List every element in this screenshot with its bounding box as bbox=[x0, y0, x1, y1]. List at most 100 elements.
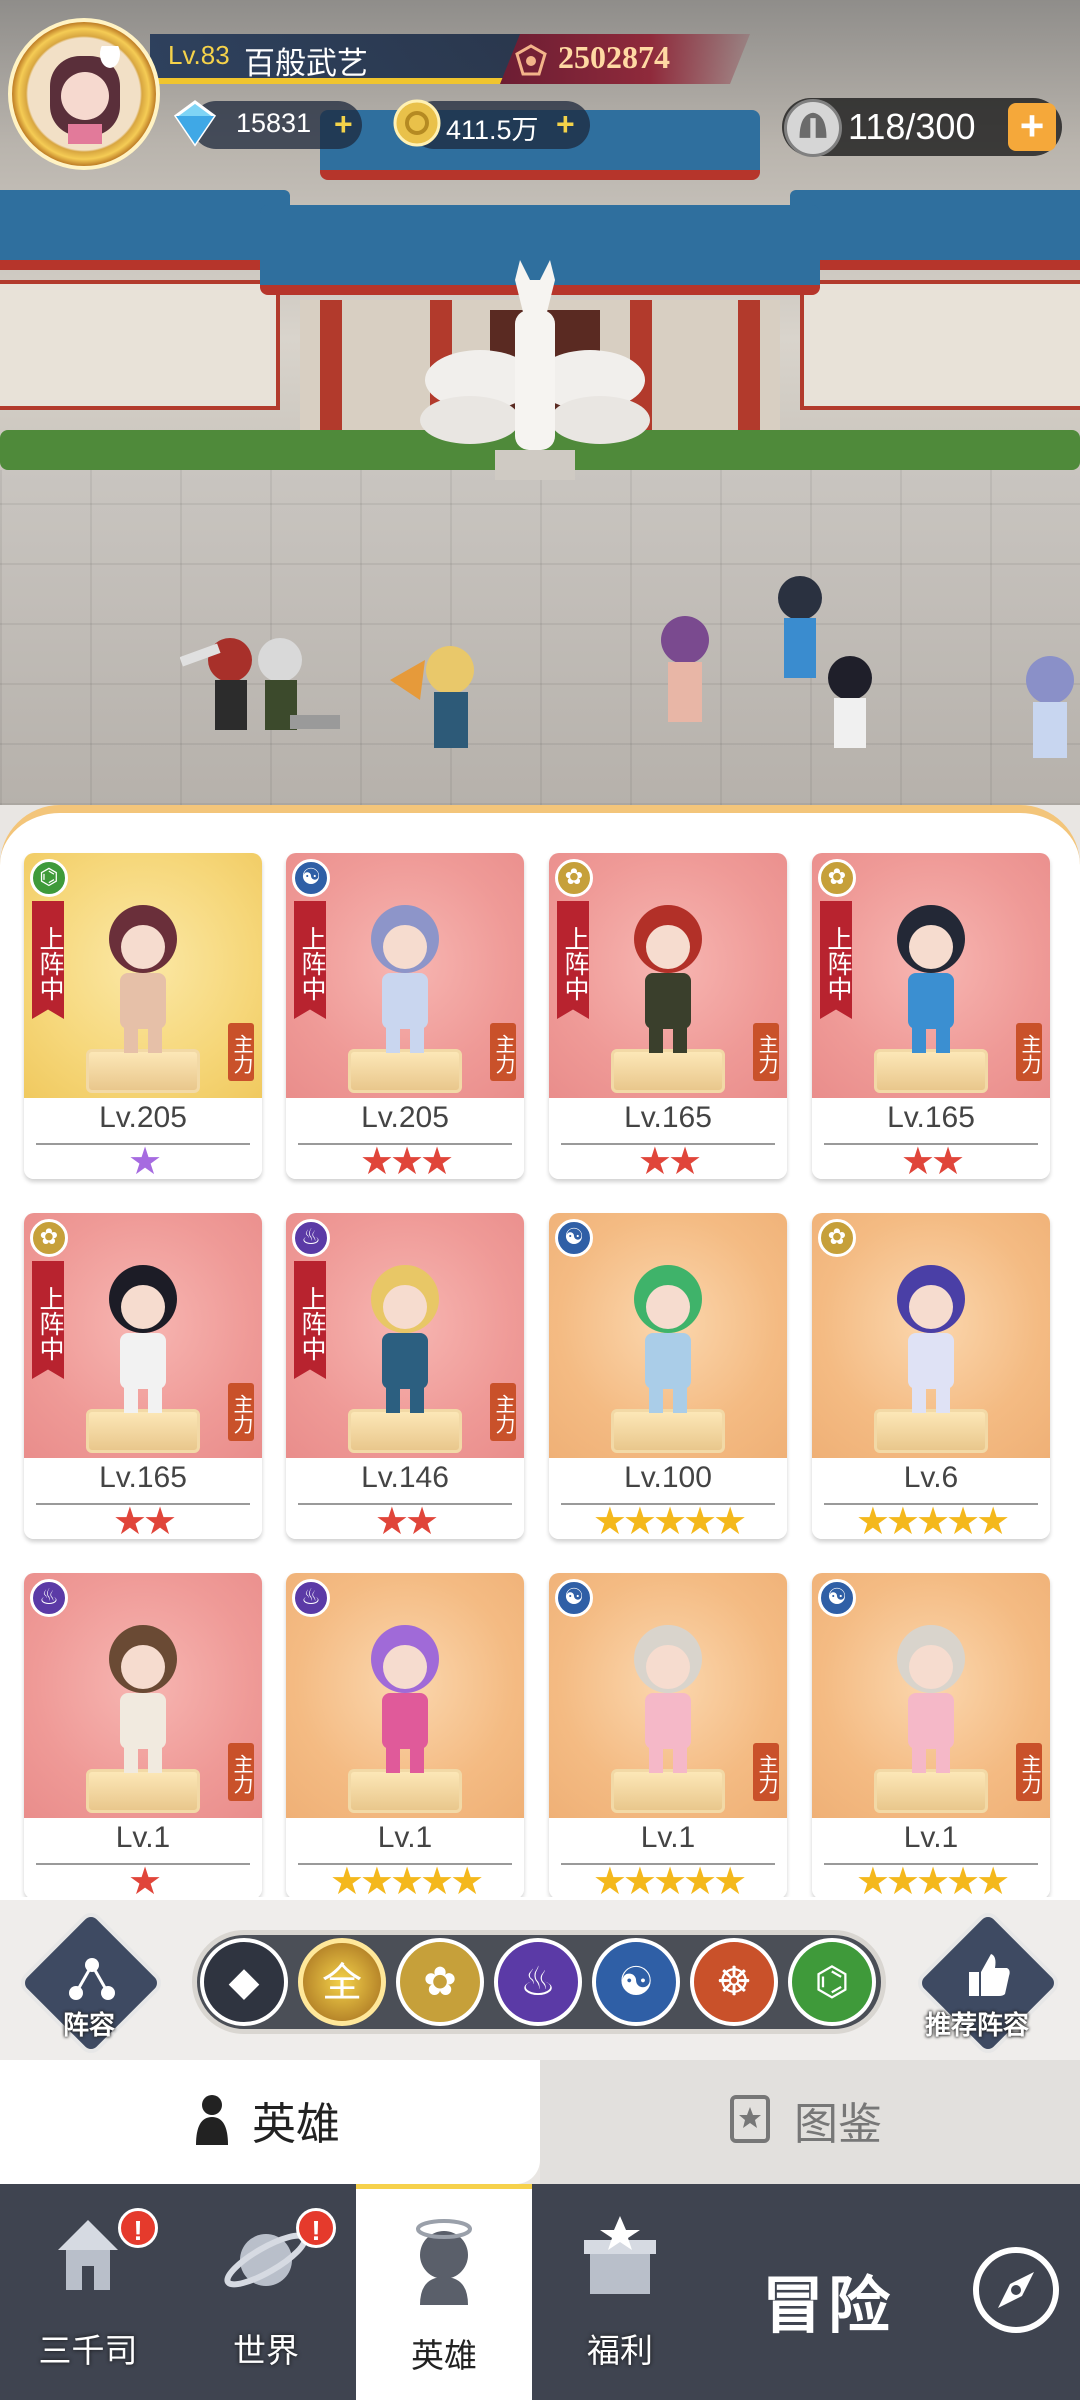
role-tag: 主力 bbox=[1016, 1743, 1042, 1801]
hero-sprite-purple-hat bbox=[661, 616, 709, 722]
hero-sprite-blonde bbox=[390, 646, 474, 748]
deployed-ribbon: 上阵中 bbox=[294, 1261, 326, 1379]
diamond-icon bbox=[173, 100, 217, 147]
hero-portrait bbox=[634, 1625, 702, 1773]
player-name: 百般武艺 bbox=[244, 46, 368, 82]
deployed-ribbon: 上阵中 bbox=[820, 901, 852, 1019]
hero-level: Lv.165 bbox=[887, 1101, 975, 1134]
add-stamina-button[interactable]: + bbox=[1008, 103, 1056, 151]
fox-statue bbox=[420, 260, 650, 480]
hero-portrait bbox=[634, 1265, 702, 1413]
power-crest-icon bbox=[515, 44, 547, 76]
tab-heroes-label: 英雄 bbox=[252, 2099, 340, 2150]
dna-faction-icon: ⌬ bbox=[30, 859, 68, 897]
hero-portrait bbox=[897, 1265, 965, 1413]
hero-silhouette-icon bbox=[196, 2095, 228, 2145]
role-tag: 主力 bbox=[490, 1383, 516, 1441]
hero-portrait bbox=[109, 1625, 177, 1773]
hero-card[interactable]: ♨ 上阵中 主力 Lv.146 ★★ bbox=[286, 1213, 524, 1539]
codex-book-icon bbox=[730, 2095, 770, 2143]
hero-stars: ★★★★★ bbox=[855, 1499, 1010, 1539]
role-tag: 主力 bbox=[228, 1383, 254, 1441]
role-tag: 主力 bbox=[753, 1023, 779, 1081]
deployed-ribbon: 上阵中 bbox=[294, 901, 326, 1019]
hero-stars: ★★★★★ bbox=[329, 1859, 484, 1897]
hero-card[interactable]: ☯ 上阵中主力 Lv.205 ★★★ bbox=[286, 853, 524, 1179]
hero-stars: ★★ bbox=[112, 1499, 177, 1539]
lotus-faction-icon: ✿ bbox=[818, 1219, 856, 1257]
hero-card[interactable]: ☯ 主力 Lv.1 ★★★★★ bbox=[549, 1573, 787, 1897]
add-gold-button[interactable]: + bbox=[556, 106, 575, 143]
nav-label: 世界 bbox=[233, 2331, 299, 2370]
diamond-count: 15831 bbox=[236, 108, 312, 138]
role-tag: 主力 bbox=[490, 1023, 516, 1081]
lotus-faction-icon: ✿ bbox=[555, 859, 593, 897]
yin-yang-faction-icon: ☯ bbox=[555, 1579, 593, 1617]
thumbs-up-icon bbox=[969, 1954, 1010, 1996]
hero-portrait bbox=[109, 1265, 177, 1413]
hero-card[interactable]: ☯ 主力 Lv.1 ★★★★★ bbox=[812, 1573, 1050, 1897]
hero-level: Lv.100 bbox=[624, 1461, 712, 1494]
hero-sprite-swordsmen bbox=[180, 638, 340, 730]
hero-level: Lv.205 bbox=[361, 1101, 449, 1134]
meditation-filter-icon[interactable]: ☸ bbox=[690, 1938, 778, 2026]
hero-portrait bbox=[634, 905, 702, 1053]
hero-card[interactable]: ✿ 上阵中主力 Lv.165 ★★ bbox=[812, 853, 1050, 1179]
hero-portrait bbox=[371, 905, 439, 1053]
nav-world[interactable]: 世界 ! bbox=[176, 2184, 356, 2400]
hero-card[interactable]: ♨ Lv.1 ★★★★★ bbox=[286, 1573, 524, 1897]
hero-level: Lv.165 bbox=[99, 1461, 187, 1494]
nav-label: 福利 bbox=[587, 2331, 653, 2370]
nav-label: 三千司 bbox=[38, 2331, 138, 2370]
hero-card[interactable]: ✿ 上阵中主力 Lv.165 ★★ bbox=[549, 853, 787, 1179]
gold-coin-icon bbox=[393, 99, 441, 147]
recommend-lineup-label: 推荐阵容 bbox=[925, 2011, 1030, 2041]
hero-stars: ★★ bbox=[637, 1139, 702, 1179]
hero-stars: ★ bbox=[127, 1139, 162, 1179]
lotus-faction-icon: ✿ bbox=[818, 859, 856, 897]
nav-heroes[interactable]: 英雄 bbox=[356, 2184, 532, 2400]
hero-portrait bbox=[371, 1265, 439, 1413]
compass-icon bbox=[973, 2247, 1059, 2333]
hero-card[interactable]: ☯ Lv.100 ★★★★★ bbox=[549, 1213, 787, 1539]
hero-card[interactable]: ✿ Lv.6 ★★★★★ bbox=[812, 1213, 1050, 1539]
gold-count: 411.5万 bbox=[446, 115, 539, 145]
role-tag: 主力 bbox=[753, 1743, 779, 1801]
yin-yang-faction-icon: ☯ bbox=[818, 1579, 856, 1617]
role-tag: 主力 bbox=[228, 1743, 254, 1801]
hero-level: Lv.1 bbox=[115, 1821, 171, 1854]
hero-portrait bbox=[109, 905, 177, 1053]
hero-level: Lv.146 bbox=[361, 1461, 449, 1494]
hero-level: Lv.1 bbox=[903, 1821, 959, 1854]
hero-level: Lv.1 bbox=[640, 1821, 696, 1854]
yin-yang-filter-icon[interactable]: ☯ bbox=[592, 1938, 680, 2026]
courtyard-ground bbox=[0, 470, 1080, 805]
hero-sprite-dark-hair bbox=[828, 656, 872, 748]
hero-level: Lv.6 bbox=[903, 1461, 959, 1494]
hero-level: Lv.1 bbox=[377, 1821, 433, 1854]
flame-filter-icon[interactable]: ♨ bbox=[494, 1938, 582, 2026]
diamond-filter-icon[interactable]: ◆ bbox=[200, 1938, 288, 2026]
hero-card[interactable]: ⌬ 上阵中 主力 Lv.205 ★ bbox=[24, 853, 262, 1179]
all-filter[interactable]: 全 bbox=[298, 1938, 386, 2026]
notification-badge: ! bbox=[118, 2208, 158, 2248]
lotus-filter-icon[interactable]: ✿ bbox=[396, 1938, 484, 2026]
yin-yang-faction-icon: ☯ bbox=[555, 1219, 593, 1257]
helmet-stamina-icon bbox=[784, 99, 842, 157]
deployed-ribbon: 上阵中 bbox=[557, 901, 589, 1019]
player-avatar[interactable] bbox=[8, 18, 160, 170]
nav-sanqiansi[interactable]: 三千司 ! bbox=[0, 2184, 176, 2400]
yin-yang-faction-icon: ☯ bbox=[292, 859, 330, 897]
hero-stars: ★★ bbox=[900, 1139, 965, 1179]
add-diamond-button[interactable]: + bbox=[334, 106, 353, 143]
hero-stars: ★★★ bbox=[359, 1139, 454, 1179]
hero-card[interactable]: ✿ 上阵中 主力 Lv.165 ★★ bbox=[24, 1213, 262, 1539]
role-tag: 主力 bbox=[1016, 1023, 1042, 1081]
hero-stars: ★★★★★ bbox=[855, 1859, 1010, 1897]
dna-filter-icon[interactable]: ⌬ bbox=[788, 1938, 876, 2026]
hero-helmet-icon bbox=[416, 2219, 472, 2305]
deployed-ribbon: 上阵中 bbox=[32, 901, 64, 1019]
hero-card[interactable]: ♨ 主力 Lv.1 ★ bbox=[24, 1573, 262, 1897]
hero-level: Lv.165 bbox=[624, 1101, 712, 1134]
nav-welfare[interactable]: 福利 bbox=[532, 2184, 708, 2400]
